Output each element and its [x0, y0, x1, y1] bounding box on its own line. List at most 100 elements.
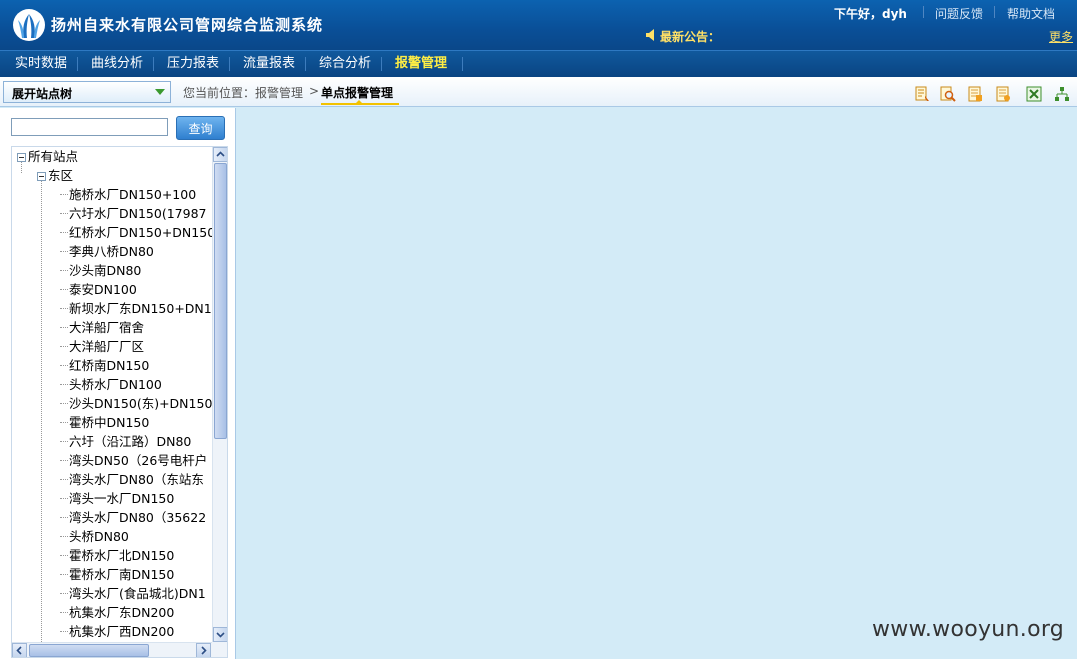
tree-item-site[interactable]: 头桥DN80: [12, 527, 212, 546]
tree-horizontal-scrollbar[interactable]: [12, 642, 212, 657]
scroll-up-button[interactable]: [213, 147, 227, 162]
feedback-link[interactable]: 问题反馈: [935, 5, 983, 22]
tree-item-label: 杭集水厂西DN200: [69, 624, 175, 639]
horizontal-scroll-thumb[interactable]: [29, 644, 149, 657]
scroll-right-button[interactable]: [196, 643, 211, 657]
tree-item-label: 施桥水厂DN150+100: [69, 187, 197, 202]
nav-item-realtime[interactable]: 实时数据: [15, 51, 67, 77]
tree-group-label: 东区: [48, 168, 74, 183]
tree-item-site[interactable]: 霍桥水厂北DN150: [12, 546, 212, 565]
collapse-icon[interactable]: [37, 172, 46, 181]
site-search-input[interactable]: [11, 118, 168, 136]
tree-item-site[interactable]: 霍桥中DN150: [12, 413, 212, 432]
chevron-left-icon: [16, 646, 22, 655]
chevron-down-icon: [155, 89, 165, 95]
breadcrumb-current-page: 单点报警管理: [321, 86, 394, 100]
scroll-left-button[interactable]: [12, 643, 27, 657]
tree-item-label: 红桥水厂DN150+DN150: [69, 225, 212, 240]
document-edit-icon[interactable]: [967, 86, 983, 102]
tree-item-label: 头桥DN80: [69, 529, 129, 544]
chevron-down-icon: [216, 632, 225, 638]
breadcrumb-marker: [355, 100, 363, 104]
tree-vertical-scrollbar[interactable]: [212, 147, 227, 642]
tree-item-site[interactable]: 施桥水厂DN150+100: [12, 185, 212, 204]
site-tree: 所有站点 东区 施桥水厂DN150+100 六圩水厂DN150(17987 红桥水厂…: [11, 146, 228, 658]
nav-divider: [381, 57, 382, 71]
help-docs-link[interactable]: 帮助文档: [1007, 5, 1055, 22]
tree-root-node[interactable]: 所有站点: [17, 147, 78, 166]
search-report-icon[interactable]: [940, 86, 956, 102]
tree-item-site[interactable]: 李典八桥DN80: [12, 242, 212, 261]
tree-item-site[interactable]: 泰安DN100: [12, 280, 212, 299]
document-export-icon[interactable]: [995, 86, 1011, 102]
nav-item-curve-analysis[interactable]: 曲线分析: [91, 51, 143, 77]
breadcrumb-location: 您当前位置：报警管理: [183, 86, 304, 100]
tree-item-label: 湾头水厂DN80（35622: [69, 510, 207, 525]
nav-divider: [229, 57, 230, 71]
tree-item-label: 湾头DN50（26号电杆户: [69, 453, 208, 468]
tree-item-label: 杭集水厂东DN200: [69, 605, 175, 620]
print-preview-icon[interactable]: [914, 86, 930, 102]
nav-item-flow-report[interactable]: 流量报表: [243, 51, 295, 77]
tree-item-site[interactable]: 大洋船厂厂区: [12, 337, 212, 356]
chevron-up-icon: [216, 151, 225, 157]
tree-group-node[interactable]: 东区: [37, 166, 73, 185]
tree-item-site[interactable]: 六圩水厂DN150(17987: [12, 204, 212, 223]
tree-item-site[interactable]: 沙头南DN80: [12, 261, 212, 280]
scroll-down-button[interactable]: [213, 627, 227, 642]
search-button[interactable]: 查询: [176, 116, 225, 140]
tree-item-label: 沙头DN150(东)+DN150: [69, 396, 212, 411]
company-logo-icon: [13, 9, 45, 41]
tree-item-label: 大洋船厂厂区: [69, 339, 145, 354]
nav-item-comprehensive-analysis[interactable]: 综合分析: [319, 51, 371, 77]
tree-item-label: 霍桥水厂北DN150: [69, 548, 175, 563]
expand-site-tree-label: 展开站点树: [12, 87, 73, 101]
tree-item-label: 湾头一水厂DN150: [69, 491, 175, 506]
tree-item-site[interactable]: 六圩（沿江路）DN80: [12, 432, 212, 451]
tree-item-site[interactable]: 头桥水厂DN100: [12, 375, 212, 394]
breadcrumb-separator: >: [309, 84, 320, 98]
tree-item-site[interactable]: 霍桥水厂南DN150: [12, 565, 212, 584]
nav-item-pressure-report[interactable]: 压力报表: [167, 51, 219, 77]
tree-item-list: 施桥水厂DN150+100 六圩水厂DN150(17987 红桥水厂DN150+DN…: [12, 185, 212, 641]
tree-item-site[interactable]: 湾头水厂DN80（东站东: [12, 470, 212, 489]
watermark: www.wooyun.org: [872, 617, 1065, 642]
main-nav: 实时数据 曲线分析 压力报表 流量报表 综合分析 报警管理: [0, 50, 1077, 77]
tree-item-site[interactable]: 杭集水厂西DN200: [12, 622, 212, 641]
collapse-icon[interactable]: [17, 153, 26, 162]
tree-item-site[interactable]: 红桥水厂DN150+DN150: [12, 223, 212, 242]
vertical-scroll-thumb[interactable]: [214, 163, 227, 439]
tree-item-label: 大洋船厂宿舍: [69, 320, 145, 335]
tree-item-site[interactable]: 湾头一水厂DN150: [12, 489, 212, 508]
tree-item-site[interactable]: 湾头水厂(食品城北)DN1: [12, 584, 212, 603]
tree-item-label: 头桥水厂DN100: [69, 377, 162, 392]
tree-item-label: 新坝水厂东DN150+DN1: [69, 301, 212, 316]
more-notices-link[interactable]: 更多: [1049, 28, 1073, 45]
main-content-area: [237, 108, 1077, 659]
chevron-right-icon: [201, 646, 207, 655]
user-greeting: 下午好，dyh: [834, 7, 907, 21]
site-tree-icon[interactable]: [1054, 86, 1070, 102]
tree-item-site[interactable]: 红桥南DN150: [12, 356, 212, 375]
tree-item-site[interactable]: 湾头DN50（26号电杆户: [12, 451, 212, 470]
tree-root-label: 所有站点: [28, 149, 79, 164]
tree-item-site[interactable]: 大洋船厂宿舍: [12, 318, 212, 337]
nav-item-alarm-management[interactable]: 报警管理: [395, 51, 447, 77]
header-divider: [994, 6, 995, 18]
header-bar: 扬州自来水有限公司管网综合监测系统 下午好，dyh 问题反馈 帮助文档 最新公告…: [0, 0, 1077, 50]
tree-item-label: 湾头水厂DN80（东站东: [69, 472, 204, 487]
nav-divider: [77, 57, 78, 71]
tree-item-label: 沙头南DN80: [69, 263, 142, 278]
tree-item-label: 湾头水厂(食品城北)DN1: [69, 586, 206, 601]
tree-item-site[interactable]: 新坝水厂东DN150+DN1: [12, 299, 212, 318]
tree-item-site[interactable]: 湾头水厂DN80（35622: [12, 508, 212, 527]
header-divider: [923, 6, 924, 18]
tree-item-site[interactable]: 沙头DN150(东)+DN150: [12, 394, 212, 413]
excel-export-icon[interactable]: [1026, 86, 1042, 102]
expand-site-tree-dropdown[interactable]: 展开站点树: [3, 81, 171, 103]
tree-item-site[interactable]: 杭集水厂东DN200: [12, 603, 212, 622]
tree-item-label: 六圩水厂DN150(17987: [69, 206, 207, 221]
tree-item-label: 李典八桥DN80: [69, 244, 154, 259]
system-title: 扬州自来水有限公司管网综合监测系统: [51, 16, 324, 34]
tree-item-label: 泰安DN100: [69, 282, 137, 297]
